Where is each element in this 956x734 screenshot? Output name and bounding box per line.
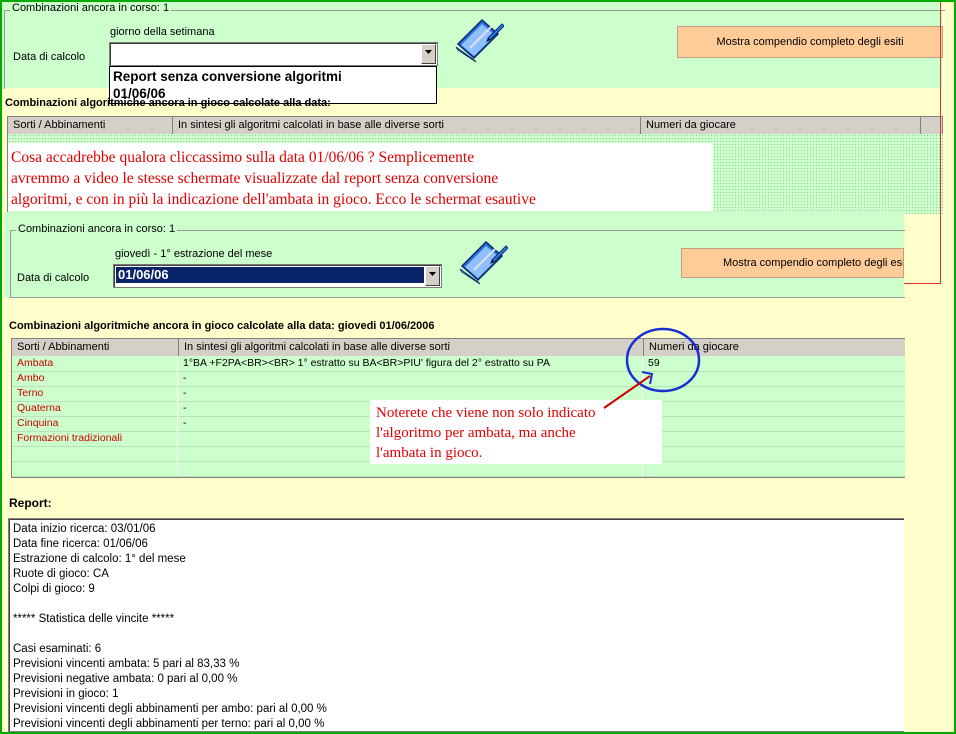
annotation-line: algoritmi, e con in più la indicazione d… bbox=[11, 191, 536, 208]
report-line: Data inizio ricerca: 03/01/06 bbox=[13, 523, 156, 535]
front-data-di-calcolo-label: Data di calcolo bbox=[17, 272, 90, 284]
cell-sorte: Terno bbox=[12, 386, 178, 401]
back-window-border bbox=[940, 0, 941, 284]
annotation-top: Cosa accadrebbe qualora cliccassimo sull… bbox=[8, 143, 713, 211]
report-line: Previsioni vincenti degli abbinamenti pe… bbox=[13, 718, 325, 730]
back-window-border-bottom bbox=[904, 283, 941, 284]
front-grid-header: Sorti / Abbinamenti In sintesi gli algor… bbox=[11, 338, 905, 357]
report-line: ***** Statistica delle vincite ***** bbox=[13, 613, 175, 625]
cell-numeri bbox=[643, 416, 905, 431]
book-pen-icon[interactable] bbox=[456, 236, 508, 286]
cell-sorte: Ambata bbox=[12, 356, 178, 371]
report-line: Data fine ricerca: 01/06/06 bbox=[13, 538, 148, 550]
annotation-line: l'algoritmo per ambata, ma anche bbox=[376, 425, 576, 441]
table-row[interactable]: Ambata 1°BA +F2PA<BR><BR> 1° estratto su… bbox=[12, 356, 905, 372]
report-line: Estrazione di calcolo: 1° del mese bbox=[13, 553, 186, 565]
back-dropdown-button[interactable] bbox=[421, 44, 436, 64]
back-date-dropdown[interactable] bbox=[109, 42, 438, 66]
report-line bbox=[13, 628, 904, 643]
front-date-dropdown[interactable]: 01/06/06 bbox=[113, 264, 442, 288]
cell-sorte: Cinquina bbox=[12, 416, 178, 431]
back-combinazioni-title: Combinazioni algoritmiche ancora in gioc… bbox=[5, 97, 331, 109]
pointer-arrow bbox=[603, 371, 654, 409]
report-line bbox=[13, 598, 904, 613]
cell-sorte: Quaterna bbox=[12, 401, 178, 416]
column-header[interactable]: In sintesi gli algoritmi calcolati in ba… bbox=[179, 339, 644, 356]
report-line: Previsioni vincenti ambata: 5 pari al 83… bbox=[13, 658, 240, 670]
report-line: Colpi di gioco: 9 bbox=[13, 583, 95, 595]
table-row[interactable]: Ambo - bbox=[12, 371, 905, 387]
annotation-line: l'ambata in gioco. bbox=[376, 445, 483, 461]
cell-numeri bbox=[643, 431, 905, 446]
front-combinazioni-title: Combinazioni algoritmiche ancora in gioc… bbox=[9, 320, 435, 332]
cell-algoritmo: - bbox=[178, 386, 643, 401]
report-line: Previsioni negative ambata: 0 pari al 0,… bbox=[13, 673, 238, 685]
annotation-line: Cosa accadrebbe qualora cliccassimo sull… bbox=[11, 149, 475, 166]
front-compendio-button[interactable]: Mostra compendio completo degli esiti bbox=[681, 248, 904, 278]
back-grid-header: Sorti / Abbinamenti In sintesi gli algor… bbox=[7, 116, 943, 135]
report-title: Report: bbox=[9, 496, 52, 510]
back-group-title: Combinazioni ancora in corso: 1 bbox=[10, 2, 172, 14]
report-line: Ruote di gioco: CA bbox=[13, 568, 109, 580]
front-giorno-label: giovedì - 1° estrazione del mese bbox=[115, 248, 273, 260]
back-data-di-calcolo-label: Data di calcolo bbox=[13, 51, 86, 63]
report-textbox[interactable]: Data inizio ricerca: 03/01/06 Data fine … bbox=[8, 518, 904, 732]
dropdown-arrow-icon bbox=[429, 272, 436, 276]
cell-algoritmo: 1°BA +F2PA<BR><BR> 1° estratto su BA<BR>… bbox=[178, 356, 643, 371]
book-pen-icon[interactable] bbox=[452, 14, 504, 64]
cell-sorte: Formazioni tradizionali bbox=[12, 431, 178, 446]
cell-numeri bbox=[643, 401, 905, 416]
dropdown-arrow-icon bbox=[425, 50, 432, 54]
column-header[interactable]: Sorti / Abbinamenti bbox=[12, 339, 179, 356]
annotation-line: avremmo a video le stesse schermate visu… bbox=[11, 170, 499, 187]
column-header[interactable]: Sorti / Abbinamenti bbox=[8, 117, 173, 134]
front-compendio-label: Mostra compendio completo degli esiti bbox=[723, 257, 904, 269]
report-line: Casi esaminati: 6 bbox=[13, 643, 102, 655]
column-header[interactable]: In sintesi gli algoritmi calcolati in ba… bbox=[173, 117, 641, 134]
front-dropdown-button[interactable] bbox=[425, 266, 440, 286]
back-compendio-button[interactable]: Mostra compendio completo degli esiti bbox=[677, 26, 943, 58]
cell-algoritmo: - bbox=[178, 371, 643, 386]
front-dropdown-value: 01/06/06 bbox=[116, 267, 424, 283]
back-giorno-label: giorno della setimana bbox=[110, 26, 215, 38]
column-header[interactable]: Numeri da giocare bbox=[641, 117, 921, 134]
dropdown-option[interactable]: Report senza conversione algoritmi bbox=[113, 68, 433, 85]
cell-sorte: Ambo bbox=[12, 371, 178, 386]
front-group-title: Combinazioni ancora in corso: 1 bbox=[16, 223, 178, 235]
report-line: Previsioni vincenti degli abbinamenti pe… bbox=[13, 703, 327, 715]
report-line: Previsioni in gioco: 1 bbox=[13, 688, 119, 700]
